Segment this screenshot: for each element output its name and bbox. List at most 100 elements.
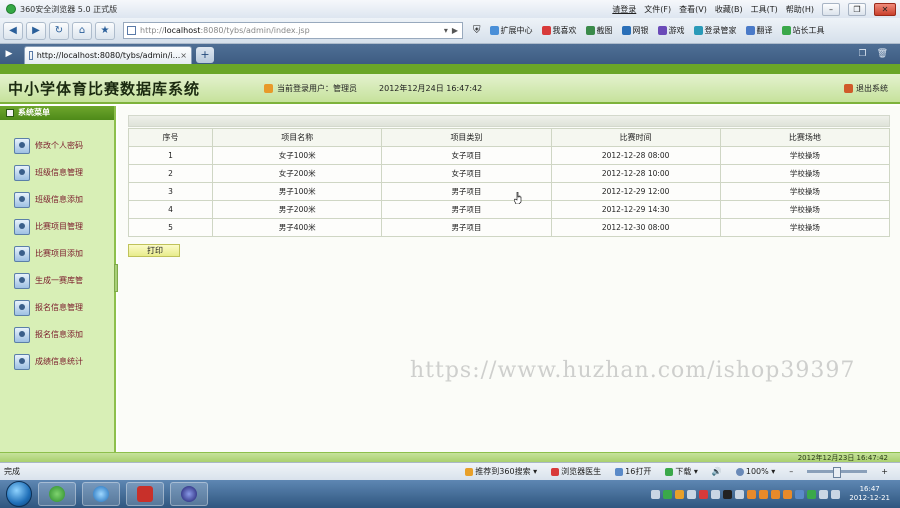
login-link[interactable]: 请登录: [612, 4, 636, 15]
toolbar-bank[interactable]: 网银: [621, 25, 649, 36]
url-rest: :8080/tybs/admin/index.jsp: [200, 26, 310, 35]
sidebar-item-label: 班级信息管理: [35, 168, 83, 177]
app-header: 中小学体育比赛数据库系统 当前登录用户：管理员 2012年12月24日 16:4…: [0, 74, 900, 104]
taskbar: 16:47 2012-12-21: [0, 480, 900, 508]
tray-icon[interactable]: [663, 489, 673, 499]
user-card-icon: [14, 326, 30, 343]
minimize-icon[interactable]: –: [822, 2, 840, 16]
sidebar-item-change-password[interactable]: 修改个人密码: [0, 132, 114, 159]
menu-favorites[interactable]: 收藏(B): [715, 4, 743, 15]
tray-icon[interactable]: [747, 489, 757, 499]
sidebar-item-signup-add[interactable]: 报名信息添加: [0, 321, 114, 348]
sidebar-item-generate[interactable]: 生成一赛库管: [0, 267, 114, 294]
menu-tools[interactable]: 工具(T): [751, 4, 778, 15]
zoom-in-icon[interactable]: +: [881, 467, 888, 476]
recommend-icon: [465, 467, 474, 476]
sidebar-item-class-add[interactable]: 班级信息添加: [0, 186, 114, 213]
cell-time: 2012-12-30 08:00: [550, 218, 721, 237]
print-button[interactable]: 打印: [128, 244, 180, 257]
address-bar[interactable]: http:// localhost :8080/tybs/admin/index…: [123, 22, 463, 39]
tray-icon[interactable]: [795, 489, 805, 499]
logout-button[interactable]: 退出系统: [844, 83, 888, 94]
table-row: 2 女子200米 女子项目 2012-12-28 10:00 学校操场: [127, 164, 891, 183]
main-content: 序号 项目名称 项目类别 比赛时间 比赛场地 1 女子100米 女子项目 201…: [118, 106, 900, 452]
trash-icon[interactable]: 🗑: [877, 49, 888, 59]
recommend-button[interactable]: 推荐到360搜索 ▾: [465, 466, 537, 477]
sidebar-item-label: 班级信息添加: [35, 195, 83, 204]
restore-icon[interactable]: ❐: [848, 2, 866, 16]
opened-button[interactable]: 16打开: [615, 466, 651, 477]
taskbar-app-360-browser[interactable]: [38, 482, 76, 506]
taskbar-app-ie[interactable]: [82, 482, 120, 506]
tray-icon[interactable]: [771, 489, 781, 499]
refresh-icon[interactable]: ↻: [49, 21, 69, 40]
tray-icon[interactable]: [723, 489, 733, 499]
doctor-button[interactable]: 浏览器医生: [551, 466, 601, 477]
tab-list-icon[interactable]: ❐: [858, 49, 866, 59]
dropdown-icon[interactable]: ▾: [444, 26, 448, 35]
tray-icon[interactable]: [699, 489, 709, 499]
user-card-icon: [14, 137, 30, 154]
tray-icon[interactable]: [819, 489, 829, 499]
cell-venue: 学校操场: [719, 146, 891, 165]
tray-icon[interactable]: [783, 489, 793, 499]
app-red-icon: [137, 486, 153, 502]
gamepad-icon: [657, 26, 667, 35]
watermark-text: https://www.huzhan.com/ishop39397: [410, 358, 856, 383]
sidebar-item-class-manage[interactable]: 班级信息管理: [0, 159, 114, 186]
taskbar-clock[interactable]: 16:47 2012-12-21: [849, 485, 890, 503]
toolbar-screenshot[interactable]: 截图: [585, 25, 613, 36]
tray-icon[interactable]: [759, 489, 769, 499]
browser-title-bar: 360安全浏览器 5.0 正式版 请登录 文件(F) 查看(V) 收藏(B) 工…: [0, 0, 900, 18]
taskbar-app-globe[interactable]: [170, 482, 208, 506]
go-icon[interactable]: ▶: [452, 26, 458, 35]
taskbar-app-red[interactable]: [126, 482, 164, 506]
start-button[interactable]: [6, 481, 32, 507]
toolbar-like[interactable]: 我喜欢: [541, 25, 577, 36]
tray-icon[interactable]: [807, 489, 817, 499]
heart-icon: [541, 26, 551, 35]
tray-icon[interactable]: [675, 489, 685, 499]
current-user-label: 当前登录用户：管理员: [277, 83, 358, 93]
toolbar-translate[interactable]: 翻译: [745, 25, 773, 36]
tray-icon[interactable]: [735, 489, 745, 499]
zoom-icon: [735, 467, 744, 476]
toolbar-login-manager[interactable]: 登录管家: [693, 25, 737, 36]
sidebar-item-event-manage[interactable]: 比赛项目管理: [0, 213, 114, 240]
menu-help[interactable]: 帮助(H): [786, 4, 814, 15]
zoom-slider[interactable]: [807, 467, 868, 478]
zoom-out-icon[interactable]: –: [789, 467, 793, 476]
sidebar-toggle-icon[interactable]: ▶: [0, 44, 18, 64]
tab-admin-index[interactable]: http://localhost:8080/tybs/admin/i... ×: [24, 46, 192, 64]
browser-toolbar: ⛨ 扩展中心 我喜欢 截图 网银 游戏 登录管家 翻译 站长工具: [473, 25, 825, 36]
download-button[interactable]: 下载 ▾: [665, 466, 698, 477]
table-row: 1 女子100米 女子项目 2012-12-28 08:00 学校操场: [127, 146, 891, 165]
forward-icon[interactable]: ▶: [26, 21, 46, 40]
home-icon[interactable]: ⌂: [72, 21, 92, 40]
favorite-star-icon[interactable]: ★: [95, 21, 115, 40]
menu-view[interactable]: 查看(V): [679, 4, 707, 15]
toolbar-extensions[interactable]: 扩展中心: [489, 25, 533, 36]
menu-file[interactable]: 文件(F): [644, 4, 671, 15]
zoom-control[interactable]: 100% ▾: [735, 467, 775, 476]
close-icon[interactable]: ✕: [874, 2, 896, 16]
sidebar-item-event-add[interactable]: 比赛项目添加: [0, 240, 114, 267]
tray-icon[interactable]: [651, 489, 661, 499]
shield-icon[interactable]: ⛨: [473, 25, 481, 36]
new-tab-button[interactable]: +: [196, 47, 214, 63]
status-text: 完成: [4, 467, 20, 476]
sidebar-header: 系统菜单: [0, 106, 114, 120]
toolbar-webmaster[interactable]: 站长工具: [781, 25, 825, 36]
tray-icon[interactable]: [687, 489, 697, 499]
sidebar-item-score-stats[interactable]: 成绩信息统计: [0, 348, 114, 375]
current-user-info: 当前登录用户：管理员: [264, 83, 357, 94]
back-icon[interactable]: ◀: [3, 21, 23, 40]
sidebar-item-signup-manage[interactable]: 报名信息管理: [0, 294, 114, 321]
tab-close-icon[interactable]: ×: [180, 51, 187, 60]
tray-icon[interactable]: [711, 489, 721, 499]
browser-menu: 请登录 文件(F) 查看(V) 收藏(B) 工具(T) 帮助(H) – ❐ ✕: [612, 2, 900, 16]
speaker-icon[interactable]: 🔊: [712, 467, 722, 476]
toolbar-games[interactable]: 游戏: [657, 25, 685, 36]
tray-icon[interactable]: [831, 489, 841, 499]
user-icon: [264, 83, 274, 93]
